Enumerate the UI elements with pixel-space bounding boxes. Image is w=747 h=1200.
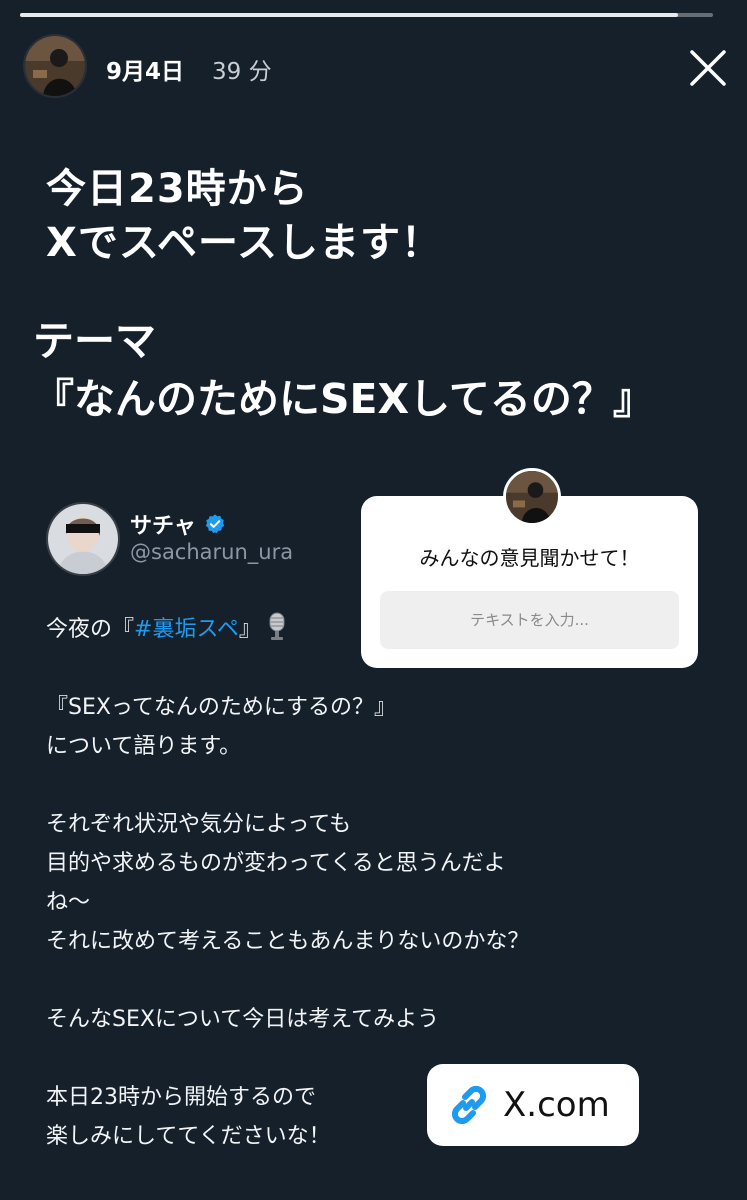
close-icon (690, 50, 726, 86)
theme-title: 『なんのためにSEXしてるの？』 (33, 375, 654, 423)
tweet-line: 『SEXってなんのためにするの？』 (46, 695, 397, 720)
headline-line-2: Xでスペースします！ (46, 220, 443, 266)
story-date: 9月4日 (106, 59, 185, 85)
tweet-line-suffix: 』 (238, 617, 261, 642)
story-progress-fill (20, 13, 679, 17)
link-icon (451, 1085, 487, 1125)
headline-line-1: 今日23時から (46, 166, 309, 212)
tweet-line: 目的や求めるものが変わってくると思うんだよ (46, 851, 506, 876)
link-sticker[interactable]: X.com (427, 1064, 639, 1146)
tweet-line: について語ります。 (46, 734, 242, 759)
question-sticker-avatar (503, 468, 561, 526)
theme-block: テーマ 『なんのためにSEXしてるの？』 (33, 312, 654, 428)
close-button[interactable] (686, 46, 730, 90)
story-elapsed-time: 39 分 (212, 59, 272, 85)
tweet-author-avatar[interactable] (46, 502, 120, 576)
question-answer-input[interactable] (380, 591, 679, 649)
tweet-line: そんなSEXについて今日は考えてみよう (46, 1007, 440, 1032)
story-progress-track (20, 13, 713, 17)
tweet-line-prefix: 今夜の『 (46, 617, 135, 642)
theme-label: テーマ (33, 317, 156, 365)
tweet-line: それに改めて考えることもあんまりないのかな？ (46, 929, 530, 954)
link-sticker-label: X.com (503, 1085, 610, 1125)
question-prompt: みんなの意見聞かせて！ (419, 546, 640, 570)
tweet-author-name: サチャ (130, 508, 226, 540)
tweet-line: それぞれ状況や気分によっても (46, 812, 352, 837)
microphone-icon (269, 612, 285, 640)
tweet-line: ね〜 (46, 890, 91, 915)
story-author-avatar[interactable] (23, 34, 87, 98)
verified-badge-icon (205, 514, 224, 534)
story-headline: 今日23時から Xでスペースします！ (46, 162, 442, 270)
tweet-author-handle: @sacharun_ura (130, 540, 294, 564)
tweet-author-name-text: サチャ (130, 514, 196, 539)
hashtag-link[interactable]: #裏垢スペ (134, 617, 239, 642)
